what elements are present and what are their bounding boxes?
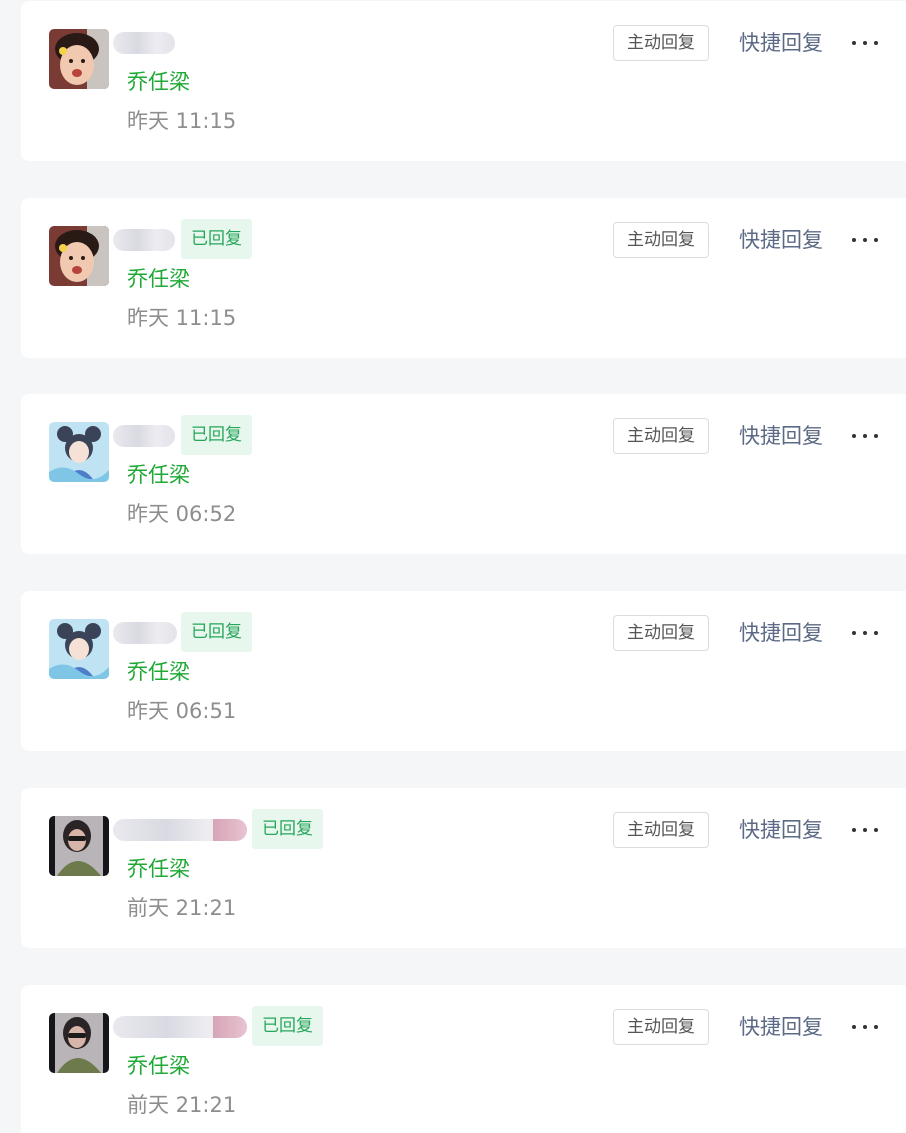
child-avatar[interactable] bbox=[49, 29, 109, 89]
ellipsis-icon[interactable] bbox=[849, 31, 881, 55]
replied-badge: 已回复 bbox=[181, 415, 252, 455]
message-card[interactable]: 已回复 乔任梁 前天 21:21 主动回复 快捷回复 bbox=[21, 788, 906, 948]
blurred-username bbox=[113, 425, 175, 447]
message-time: 前天 21:21 bbox=[127, 1093, 237, 1117]
replied-badge: 已回复 bbox=[181, 219, 252, 259]
message-card[interactable]: 已回复 乔任梁 昨天 06:51 主动回复 快捷回复 bbox=[21, 591, 906, 751]
quick-reply-button[interactable]: 快捷回复 bbox=[739, 617, 823, 649]
quick-reply-button[interactable]: 快捷回复 bbox=[739, 1011, 823, 1043]
agent-name: 乔任梁 bbox=[127, 70, 190, 94]
ellipsis-icon[interactable] bbox=[849, 818, 881, 842]
message-time: 昨天 06:51 bbox=[127, 699, 237, 723]
ellipsis-icon[interactable] bbox=[849, 228, 881, 252]
message-card[interactable]: 已回复 乔任梁 前天 21:21 主动回复 快捷回复 bbox=[21, 985, 906, 1133]
agent-name: 乔任梁 bbox=[127, 660, 190, 684]
active-reply-button[interactable]: 主动回复 bbox=[613, 418, 709, 454]
blurred-username bbox=[113, 819, 247, 841]
woman-photo-avatar[interactable] bbox=[49, 1013, 109, 1073]
message-card[interactable]: 已回复 乔任梁 昨天 11:15 主动回复 快捷回复 bbox=[21, 198, 906, 358]
woman-photo-avatar[interactable] bbox=[49, 816, 109, 876]
blurred-username bbox=[113, 229, 175, 251]
quick-reply-button[interactable]: 快捷回复 bbox=[739, 814, 823, 846]
ellipsis-icon[interactable] bbox=[849, 424, 881, 448]
anime-girl-avatar[interactable] bbox=[49, 422, 109, 482]
message-time: 昨天 11:15 bbox=[127, 109, 237, 133]
agent-name: 乔任梁 bbox=[127, 267, 190, 291]
quick-reply-button[interactable]: 快捷回复 bbox=[739, 27, 823, 59]
active-reply-button[interactable]: 主动回复 bbox=[613, 812, 709, 848]
blurred-username bbox=[113, 1016, 247, 1038]
active-reply-button[interactable]: 主动回复 bbox=[613, 1009, 709, 1045]
agent-name: 乔任梁 bbox=[127, 463, 190, 487]
ellipsis-icon[interactable] bbox=[849, 1015, 881, 1039]
quick-reply-button[interactable]: 快捷回复 bbox=[739, 224, 823, 256]
ellipsis-icon[interactable] bbox=[849, 621, 881, 645]
blurred-username bbox=[113, 622, 177, 644]
active-reply-button[interactable]: 主动回复 bbox=[613, 25, 709, 61]
replied-badge: 已回复 bbox=[181, 612, 252, 652]
quick-reply-button[interactable]: 快捷回复 bbox=[739, 420, 823, 452]
anime-girl-avatar[interactable] bbox=[49, 619, 109, 679]
blurred-username bbox=[113, 32, 175, 54]
message-card[interactable]: 乔任梁 昨天 11:15 主动回复 快捷回复 bbox=[21, 1, 906, 161]
message-time: 昨天 11:15 bbox=[127, 306, 237, 330]
agent-name: 乔任梁 bbox=[127, 1054, 190, 1078]
replied-badge: 已回复 bbox=[252, 1006, 323, 1046]
message-list: 乔任梁 昨天 11:15 主动回复 快捷回复 已回复 乔任梁 昨天 11:15 … bbox=[0, 0, 906, 1133]
child-avatar[interactable] bbox=[49, 226, 109, 286]
message-time: 昨天 06:52 bbox=[127, 502, 237, 526]
message-time: 前天 21:21 bbox=[127, 896, 237, 920]
message-card[interactable]: 已回复 乔任梁 昨天 06:52 主动回复 快捷回复 bbox=[21, 394, 906, 554]
active-reply-button[interactable]: 主动回复 bbox=[613, 615, 709, 651]
replied-badge: 已回复 bbox=[252, 809, 323, 849]
agent-name: 乔任梁 bbox=[127, 857, 190, 881]
active-reply-button[interactable]: 主动回复 bbox=[613, 222, 709, 258]
